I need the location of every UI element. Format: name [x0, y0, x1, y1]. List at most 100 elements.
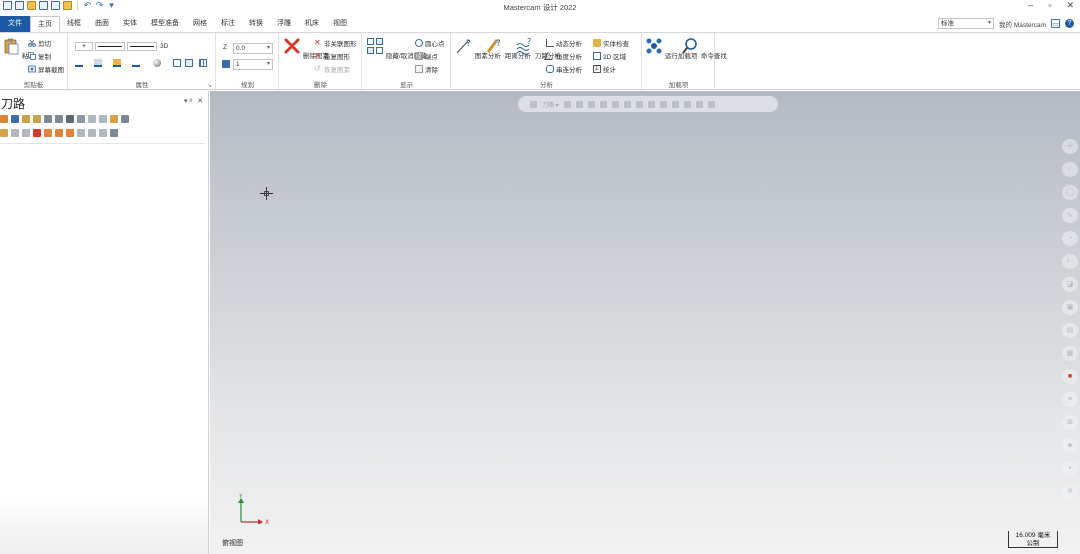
help-panel-icon[interactable]	[121, 115, 129, 123]
move-down-icon[interactable]	[33, 129, 41, 137]
quick-mask-hatch-icon[interactable]: ◪	[1062, 277, 1078, 292]
level-field[interactable]: 1	[233, 59, 273, 70]
screenshot-button[interactable]: 屏幕截图	[28, 64, 64, 74]
undo-selection-icon[interactable]	[695, 100, 703, 108]
dynamic-analysis-button[interactable]: 动态分析	[546, 38, 582, 48]
set-attributes-button[interactable]	[173, 59, 181, 67]
statistics-button[interactable]: Σ 统计	[593, 64, 616, 74]
polygon-select-icon[interactable]	[635, 100, 643, 108]
surface-color-button[interactable]	[94, 59, 102, 67]
command-finder-button[interactable]: 命令查找	[681, 37, 727, 60]
material-button[interactable]	[153, 59, 161, 67]
verify-icon[interactable]	[66, 115, 74, 123]
regenerate-selected-icon[interactable]	[22, 115, 30, 123]
line-style-select[interactable]	[95, 42, 125, 51]
tab-transform[interactable]: 转换	[242, 16, 270, 32]
minimize-button[interactable]: –	[1028, 0, 1033, 11]
quick-mask-all-icon[interactable]: ✛	[1062, 139, 1078, 154]
tab-mesh[interactable]: 网格	[186, 16, 214, 32]
select-all-icon[interactable]	[563, 100, 571, 108]
quick-mask-color-icon[interactable]: ■	[1062, 369, 1078, 384]
line-width-select[interactable]	[127, 42, 157, 51]
expand-collapse-icon[interactable]	[110, 129, 118, 137]
lock-icon[interactable]	[110, 115, 118, 123]
quick-mask-level-icon[interactable]: ≡	[1062, 392, 1078, 407]
tab-wireframe[interactable]: 线框	[60, 16, 88, 32]
restore-button[interactable]: ▫	[1048, 0, 1051, 11]
point-select-icon[interactable]	[599, 100, 607, 108]
ribbon-options-icon[interactable]: ▭	[1051, 19, 1060, 28]
autocursor-icon[interactable]	[587, 100, 595, 108]
quick-mask-mesh-icon[interactable]: ▦	[1062, 346, 1078, 361]
entity-analysis-button[interactable]: ? 图素分析	[455, 37, 501, 60]
toggle-lock-icon[interactable]	[0, 129, 8, 137]
area-select-icon[interactable]	[659, 100, 667, 108]
select-invalid-icon[interactable]	[11, 115, 19, 123]
attribute-grid-button[interactable]	[199, 59, 207, 67]
restore-entities-button[interactable]: ↺ 恢复图素	[314, 64, 350, 75]
selection-mode-icon[interactable]	[530, 100, 537, 108]
quick-mask-surfaces-icon[interactable]: ◔	[1062, 231, 1078, 246]
window-select-icon[interactable]	[623, 100, 631, 108]
quick-mask-splines-icon[interactable]: ∿	[1062, 208, 1078, 223]
quick-mask-lines-icon[interactable]: ⟋	[1062, 162, 1078, 177]
toggle-posting-icon[interactable]	[22, 129, 30, 137]
delete-related-button[interactable]: ✕ 非关联图形	[314, 38, 357, 49]
panel-close-icon[interactable]: ✕	[197, 97, 203, 105]
fill-color-button[interactable]	[132, 59, 140, 67]
my-mastercam-link[interactable]: 我的 Mastercam	[999, 19, 1046, 29]
delete-ops-icon[interactable]	[99, 115, 107, 123]
wireframe-color-button[interactable]	[75, 59, 83, 67]
configuration-select[interactable]: 标准	[938, 18, 995, 29]
tab-relief[interactable]: 浮雕	[270, 16, 298, 32]
quick-mask-clear-icon[interactable]: ⊘	[1062, 484, 1078, 499]
quick-mask-faces-icon[interactable]: ▤	[1062, 323, 1078, 338]
tab-solids[interactable]: 实体	[116, 16, 144, 32]
backplot-icon[interactable]	[55, 115, 63, 123]
panel-pin-icon[interactable]: ▾ ᵖ	[184, 97, 192, 105]
simulate-icon[interactable]	[44, 115, 52, 123]
quick-mask-points-icon[interactable]: •	[1062, 461, 1078, 476]
attributes-expand-icon[interactable]: ↘	[207, 82, 212, 89]
solid-color-button[interactable]	[113, 59, 121, 67]
regenerate-dirty-icon[interactable]	[33, 115, 41, 123]
tab-home[interactable]: 主页	[30, 16, 60, 32]
tab-model-prep[interactable]: 模型准备	[144, 16, 186, 32]
graphics-viewport[interactable]: 刀路 ▾ ✛ ⟋ ◯ ∿ ◔ ⊢ ◪ ▣ ▤ ▦ ■ ≡ ⊞ ◈ • ⊘ Y X…	[210, 91, 1080, 554]
help-icon[interactable]: ?	[1065, 19, 1074, 28]
scroll-to-insert-icon[interactable]	[66, 129, 74, 137]
clear-button[interactable]: 清除	[415, 64, 438, 74]
tab-drafting[interactable]: 标注	[214, 16, 242, 32]
endpoint-button[interactable]: 端点	[415, 51, 438, 61]
only-display-associated-icon[interactable]	[88, 129, 96, 137]
quick-mask-solids-icon[interactable]: ▣	[1062, 300, 1078, 315]
settings-selection-icon[interactable]	[707, 100, 715, 108]
toolpath-analysis-button[interactable]: ? 刀路分析	[515, 37, 561, 60]
delete-entities-button[interactable]: 删除图素	[283, 37, 329, 60]
paste-button[interactable]: 粘贴	[2, 37, 35, 60]
show-options-icon[interactable]	[99, 129, 107, 137]
run-addin-button[interactable]: 运行加载项	[645, 37, 697, 60]
verify-selection-icon[interactable]	[683, 100, 691, 108]
quick-mask-result-icon[interactable]: ◈	[1062, 438, 1078, 453]
selection-filter-label[interactable]: 刀路 ▾	[542, 100, 559, 109]
select-only-icon[interactable]	[575, 100, 583, 108]
cut-button[interactable]: 剪切	[28, 38, 51, 48]
move-up-icon[interactable]	[44, 129, 52, 137]
point-style-select[interactable]: +	[75, 42, 93, 51]
toggle-display-icon[interactable]	[11, 129, 19, 137]
area-2d-button[interactable]: 2D 区域	[593, 51, 626, 61]
quick-mask-group-icon[interactable]: ⊞	[1062, 415, 1078, 430]
dimension-3d-toggle[interactable]: 3D	[160, 43, 168, 50]
quick-mask-arcs-icon[interactable]: ◯	[1062, 185, 1078, 200]
select-all-ops-icon[interactable]	[0, 115, 8, 123]
vector-select-icon[interactable]	[647, 100, 655, 108]
only-display-selected-icon[interactable]	[77, 129, 85, 137]
angle-analysis-button[interactable]: 角度分析	[544, 51, 582, 61]
z-depth-field[interactable]: 0.0	[233, 43, 273, 54]
delete-duplicates-button[interactable]: ✕ 重复图形	[314, 51, 350, 62]
insert-arrow-icon[interactable]	[55, 129, 63, 137]
chain-select-icon[interactable]	[611, 100, 619, 108]
tab-machine[interactable]: 机床	[298, 16, 326, 32]
filter-icon[interactable]	[671, 100, 679, 108]
